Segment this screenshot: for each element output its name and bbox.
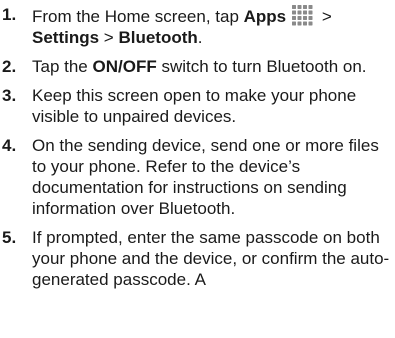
step-text: Tap the ON/OFF switch to turn Bluetooth … [32,56,395,77]
step-number: 3. [2,86,17,105]
settings-label: Settings [32,28,100,47]
step-text: If prompted, enter the same passcode on … [32,228,390,289]
step-number: 4. [2,136,17,155]
step-text-segment: . [197,28,203,47]
step-number: 2. [2,57,17,76]
on-off-label: ON/OFF [92,57,157,76]
step-text: Keep this screen open to make your phone… [32,86,357,126]
step-item: 1. From the Home screen, tap Apps > Setti… [0,4,395,48]
apps-label: Apps [243,7,287,26]
step-item: 3. Keep this screen open to make your ph… [0,85,395,127]
step-item: 4. On the sending device, send one or mo… [0,135,395,219]
instruction-steps: 1. From the Home screen, tap Apps > Setti… [0,0,395,289]
step-text-segment: switch to turn Bluetooth on. [156,57,367,76]
step-text-segment: > [317,7,332,26]
bluetooth-label: Bluetooth [118,28,198,47]
step-number: 5. [2,228,17,247]
step-text: From the Home screen, tap Apps > Settings… [32,4,395,48]
apps-grid-icon [291,4,313,26]
step-item: 5. If prompted, enter the same passcode … [0,227,395,290]
step-text-segment: Tap the [32,57,93,76]
step-text: On the sending device, send one or more … [32,136,379,218]
step-text-segment: > [99,28,119,47]
step-text-segment: From the Home screen, tap [32,7,244,26]
step-item: 2. Tap the ON/OFF switch to turn Bluetoo… [0,56,395,77]
step-number: 1. [2,5,17,24]
